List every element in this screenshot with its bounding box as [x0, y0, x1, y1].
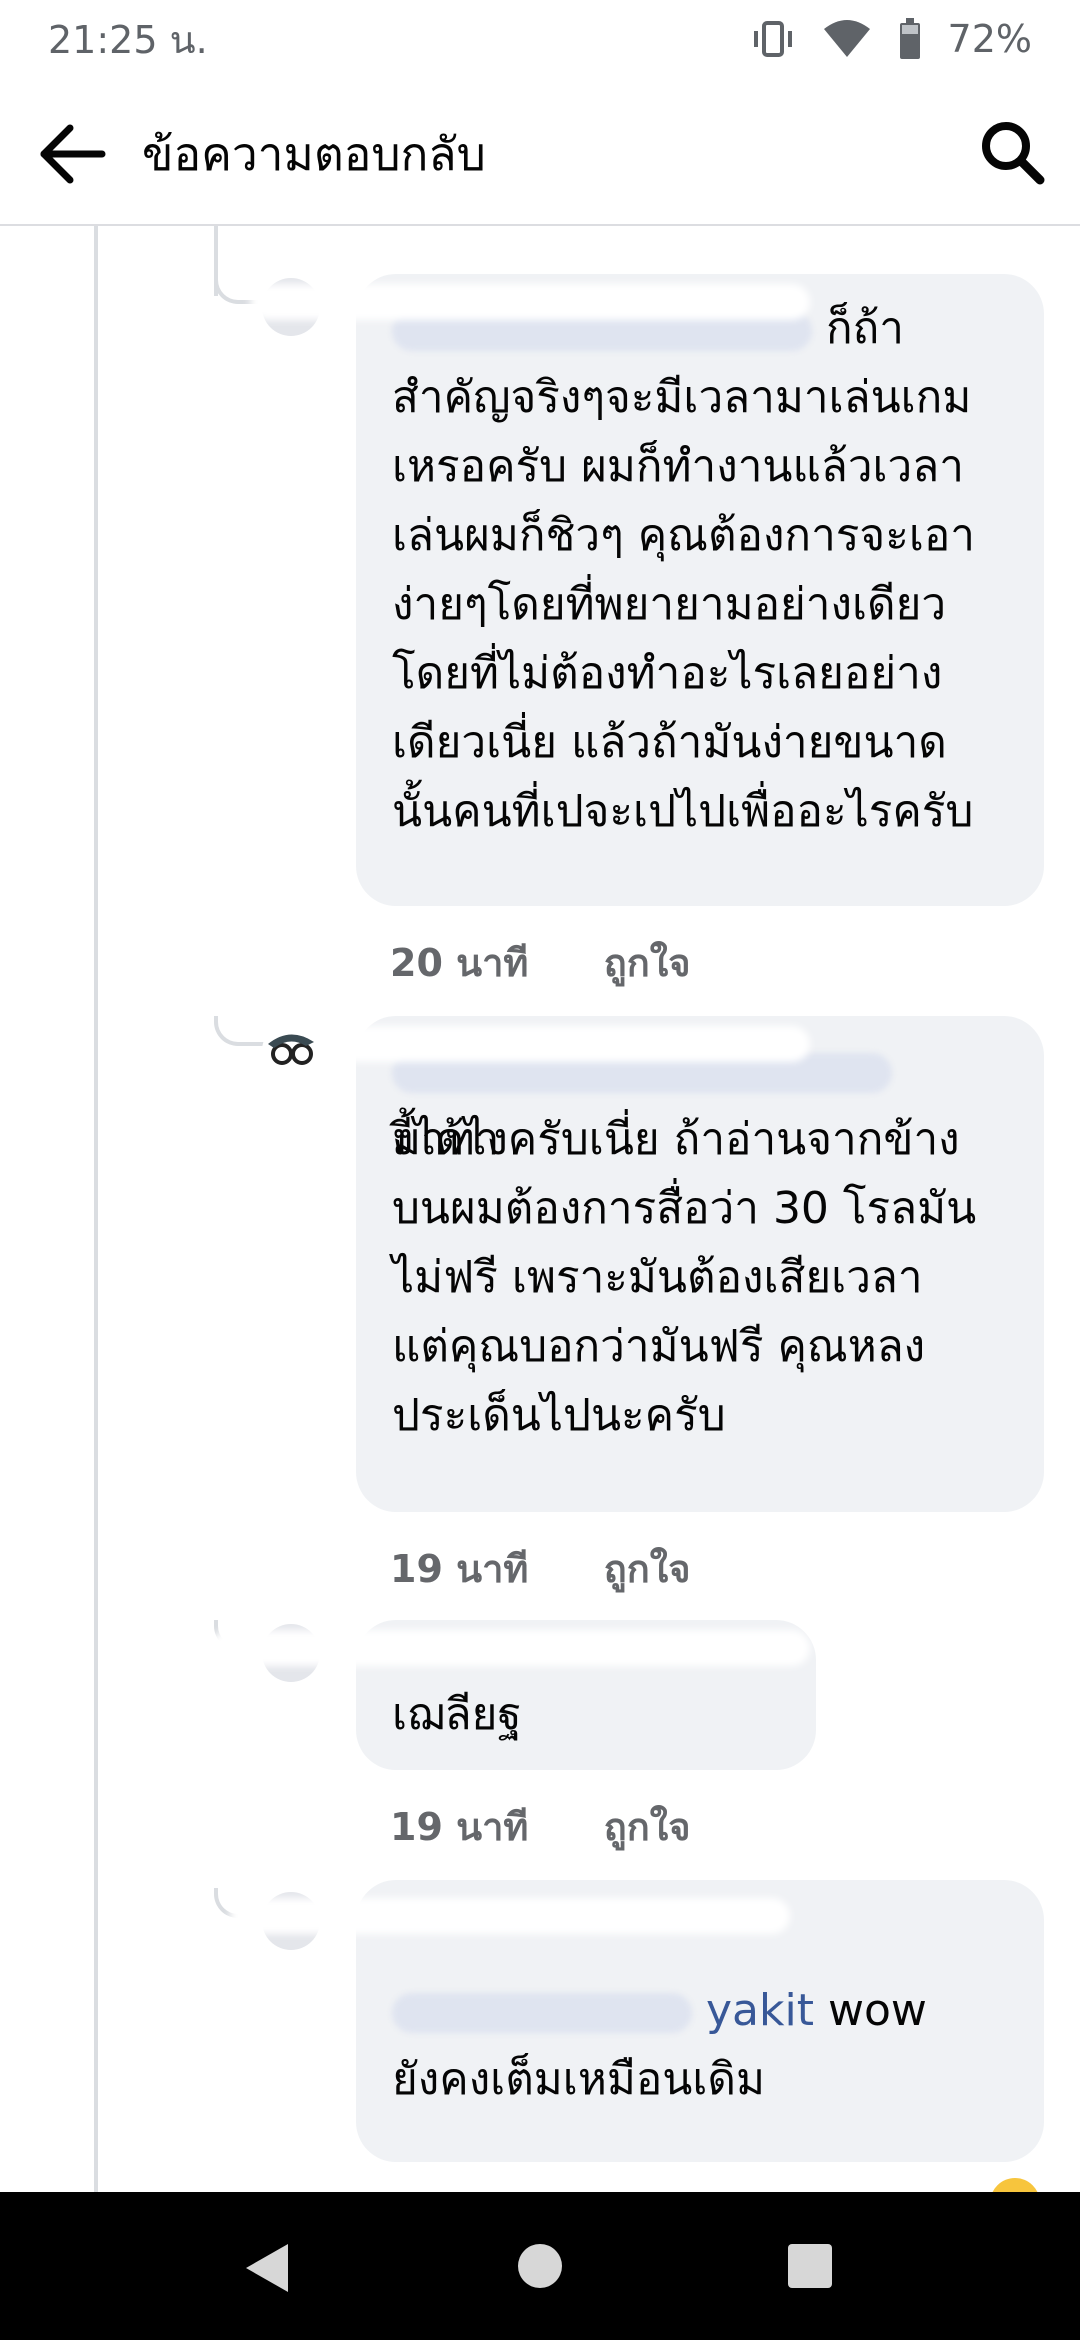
wifi-icon — [823, 20, 870, 57]
comment-line: เล่นผมก็ชิวๆ คุณต้องการจะเอา — [392, 510, 975, 561]
comment-line: นั้นคนที่เปจะเปไปเพื่ออะไรครับ — [392, 786, 974, 837]
arrow-left-icon — [40, 124, 106, 184]
comment-meta: 19 นาที ถูกใจ — [390, 1796, 691, 1857]
comment-meta: 20 นาที ถูกใจ — [390, 932, 691, 993]
comment-line: ก็ถ้า — [826, 303, 904, 354]
comment-line: เฌลียฐ — [392, 1689, 522, 1740]
search-button[interactable] — [972, 112, 1052, 192]
replies-thread[interactable]: ก็ถ้า สำคัญจริงๆจะมีเวลามาเล่นเกม เหรอคร… — [0, 226, 1080, 2192]
comment-line: บนผมต้องการสื่อว่า 30 โรลมัน — [392, 1183, 977, 1234]
like-button[interactable]: ถูกใจ — [604, 1805, 691, 1849]
comment-meta: 19 นาที ถูกใจ — [390, 1538, 691, 1599]
comment-line: สำคัญจริงๆจะมีเวลามาเล่นเกม — [392, 372, 972, 423]
thread-connector — [214, 1016, 264, 1046]
comment-bubble[interactable]: มาทา งี้ได้ไงครับเนี่ย ถ้าอ่านจากข้าง บน… — [356, 1016, 1044, 1512]
avatar-character-icon — [268, 1034, 314, 1065]
comment-first-line: yakit wow — [392, 1976, 1008, 2045]
redacted-author — [210, 1630, 810, 1666]
comment-time[interactable]: 19 นาที — [390, 1547, 528, 1591]
laughing-reaction-icon[interactable] — [990, 2178, 1040, 2192]
circle-home-icon[interactable] — [516, 2242, 564, 2290]
comment-line: มาทา — [392, 1114, 500, 1165]
comment-line: แต่คุณบอกว่ามันฟรี คุณหลง — [392, 1321, 926, 1372]
square-recents-icon[interactable] — [786, 2242, 834, 2290]
page-title: ข้อความตอบกลับ — [142, 127, 486, 181]
like-button[interactable]: ถูกใจ — [604, 941, 691, 985]
battery-percent: 72% — [947, 17, 1032, 61]
comment-time[interactable]: 19 นาที — [390, 1805, 528, 1849]
comment-bubble[interactable]: ก็ถ้า สำคัญจริงๆจะมีเวลามาเล่นเกม เหรอคร… — [356, 274, 1044, 906]
battery-icon — [899, 18, 920, 59]
comment-line: ไม่ฟรี เพราะมันต้องเสียเวลา — [392, 1252, 923, 1303]
status-icons: 72% — [750, 17, 1032, 61]
comment-line: โดยที่ไม่ต้องทำอะไรเลยอย่าง — [392, 648, 943, 699]
thread-line — [94, 226, 98, 2192]
comment-time[interactable]: 20 นาที — [390, 941, 528, 985]
comment-line: wow — [827, 1985, 927, 2036]
comment-line: ยังคงเต็มเหมือนเดิม — [392, 2054, 765, 2105]
redacted-mention — [392, 1993, 692, 2033]
triangle-back-icon[interactable] — [240, 2240, 292, 2296]
vibrate-icon — [753, 21, 792, 57]
comment-line: ประเด็นไปนะครับ — [392, 1390, 726, 1441]
comment-line: เดียวเนี่ย แล้วถ้ามันง่ายขนาด — [392, 717, 947, 768]
redacted-author — [230, 1898, 790, 1934]
redacted-author — [340, 1026, 810, 1062]
status-time: 21:25 น. — [48, 17, 208, 62]
redacted-author — [250, 284, 810, 320]
back-button[interactable] — [34, 116, 110, 192]
comment-line: เหรอครับ ผมก็ทำงานแล้วเวลา — [392, 441, 964, 492]
system-nav-bar — [0, 2192, 1080, 2340]
avatar[interactable] — [262, 1022, 320, 1080]
status-bar: 21:25 น. 72% — [0, 0, 1080, 78]
search-icon — [982, 122, 1045, 185]
like-button[interactable]: ถูกใจ — [604, 1547, 691, 1591]
app-header: ข้อความตอบกลับ — [0, 78, 1080, 226]
comment-line: ง่ายๆโดยที่พยายามอย่างเดียว — [392, 579, 947, 630]
comment-meta — [390, 2176, 452, 2192]
mention-link[interactable]: yakit — [706, 1985, 814, 2036]
